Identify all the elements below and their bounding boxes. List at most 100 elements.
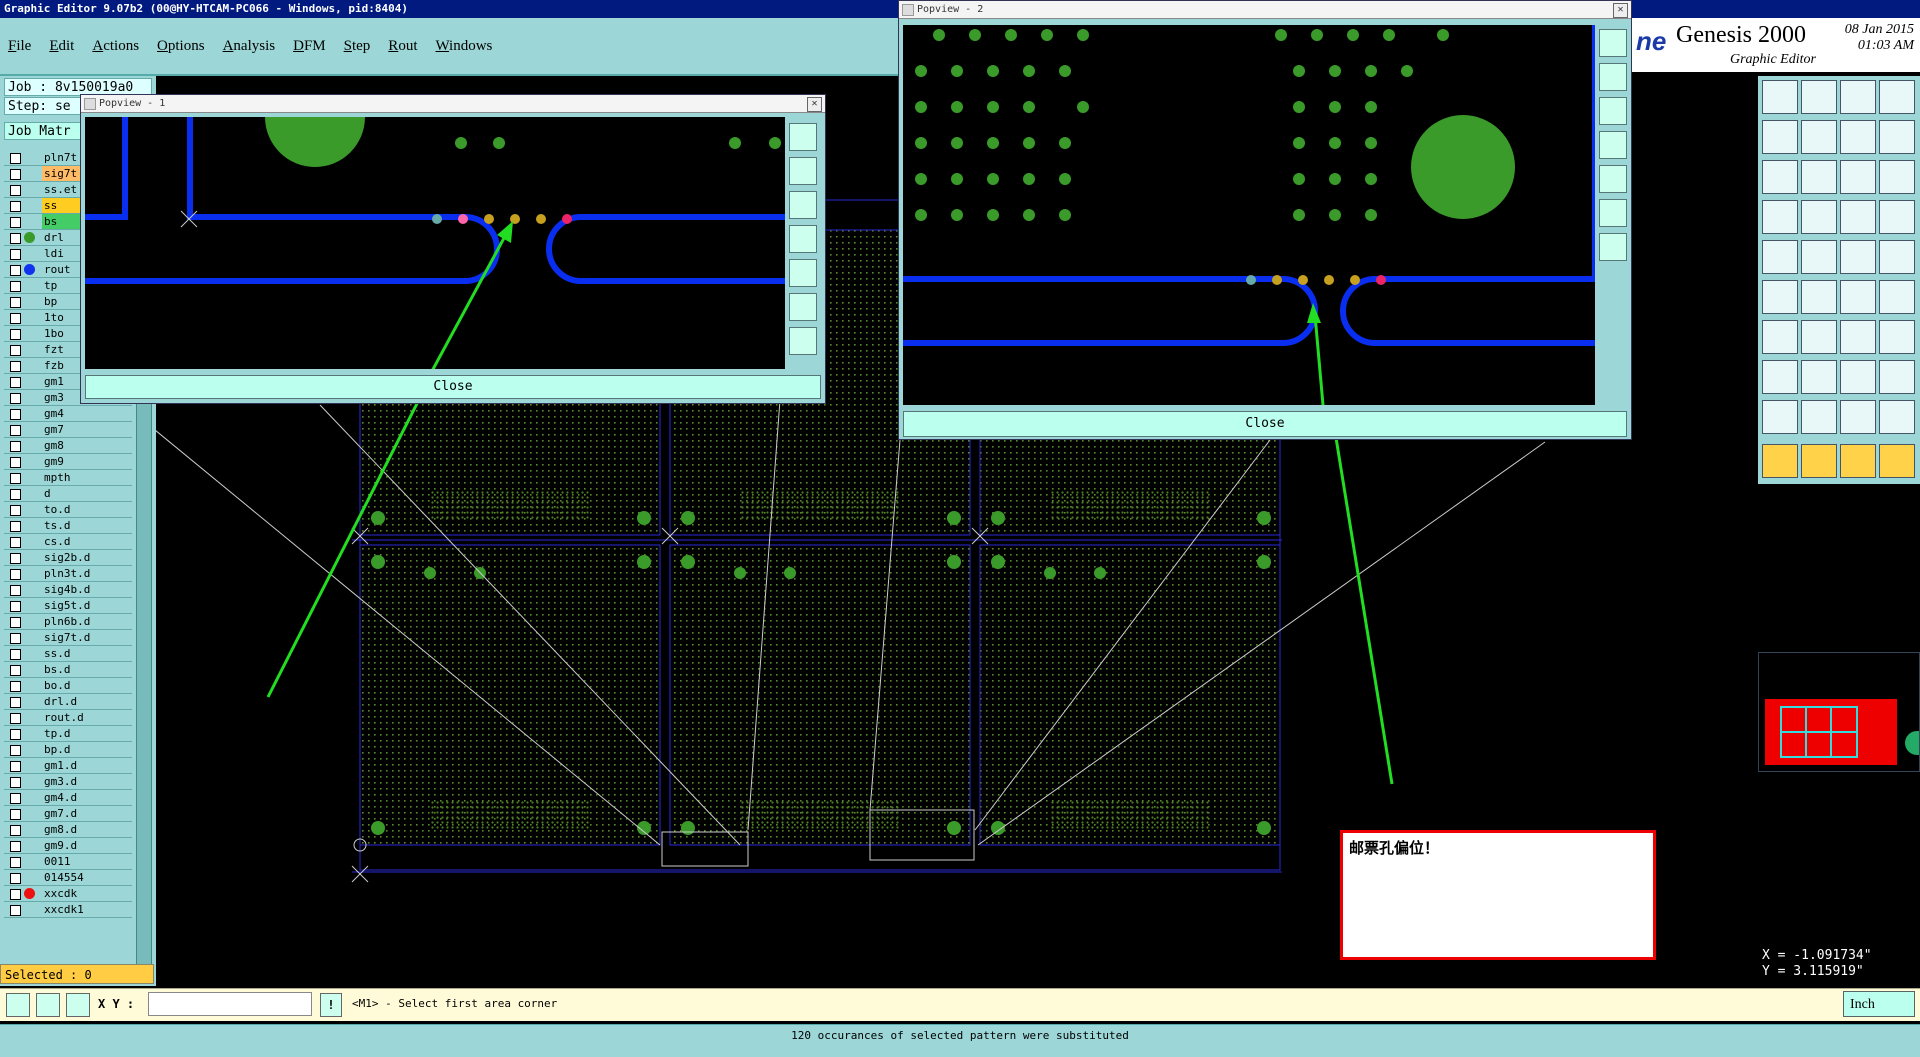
layer-name[interactable]: 014554 xyxy=(42,870,128,885)
pan-right-icon[interactable] xyxy=(1801,120,1837,154)
node-icon[interactable] xyxy=(1762,360,1798,394)
layer-name[interactable]: pln3t.d xyxy=(42,566,128,581)
layer-checkbox[interactable] xyxy=(10,425,21,436)
layer-checkbox[interactable] xyxy=(10,649,21,660)
pan-down-button[interactable] xyxy=(789,191,817,219)
layer-name[interactable]: gm3.d xyxy=(42,774,128,789)
layer-name[interactable]: sig4b.d xyxy=(42,582,128,597)
layer-row[interactable]: sig2b.d xyxy=(4,550,132,566)
layer-row[interactable]: 014554 xyxy=(4,870,132,886)
layer-row[interactable]: rout.d xyxy=(4,710,132,726)
zoom-out-button[interactable] xyxy=(789,157,817,185)
layer-name[interactable]: drl.d xyxy=(42,694,128,709)
layer-checkbox[interactable] xyxy=(10,281,21,292)
angle-icon[interactable] xyxy=(36,993,60,1017)
layer-checkbox[interactable] xyxy=(10,457,21,468)
layer-checkbox[interactable] xyxy=(10,713,21,724)
layer-checkbox[interactable] xyxy=(10,169,21,180)
mirror-icon[interactable] xyxy=(1879,320,1915,354)
close-icon[interactable]: ✕ xyxy=(807,97,822,112)
layer-name[interactable]: gm1.d xyxy=(42,758,128,773)
save-icon[interactable] xyxy=(1801,80,1837,114)
layer-name[interactable]: tp.d xyxy=(42,726,128,741)
menu-edit[interactable]: Edit xyxy=(49,38,74,55)
pan-right-button[interactable] xyxy=(789,259,817,287)
layer-checkbox[interactable] xyxy=(10,297,21,308)
fit-button[interactable] xyxy=(1599,199,1627,227)
layer-row[interactable]: gm8.d xyxy=(4,822,132,838)
overview-map[interactable] xyxy=(1758,652,1920,772)
unit-selector[interactable]: Inch xyxy=(1843,991,1915,1017)
layer-name[interactable]: cs.d xyxy=(42,534,128,549)
layer-row[interactable]: bo.d xyxy=(4,678,132,694)
triangle-icon[interactable] xyxy=(1762,400,1798,434)
layer-checkbox[interactable] xyxy=(10,153,21,164)
zoom-in-button[interactable] xyxy=(789,123,817,151)
layer-row[interactable]: gm3.d xyxy=(4,774,132,790)
layer-checkbox[interactable] xyxy=(10,665,21,676)
layer-name[interactable]: gm7 xyxy=(42,422,128,437)
layer-checkbox[interactable] xyxy=(10,905,21,916)
layer-checkbox[interactable] xyxy=(10,841,21,852)
rotate-icon[interactable] xyxy=(1840,320,1876,354)
layer-checkbox[interactable] xyxy=(10,745,21,756)
home-icon[interactable] xyxy=(1840,80,1876,114)
arc-icon[interactable] xyxy=(1801,320,1837,354)
layer-name[interactable]: gm7.d xyxy=(42,806,128,821)
layer-checkbox[interactable] xyxy=(10,633,21,644)
pointer-icon[interactable] xyxy=(1762,444,1798,478)
layer-row[interactable]: xxcdk1 xyxy=(4,902,132,918)
layer-checkbox[interactable] xyxy=(10,601,21,612)
layer-name[interactable]: ss.d xyxy=(42,646,128,661)
help-icon[interactable] xyxy=(1879,160,1915,194)
move-icon[interactable] xyxy=(1840,280,1876,314)
layer-checkbox[interactable] xyxy=(10,697,21,708)
menu-windows[interactable]: Windows xyxy=(435,38,492,55)
menu-options[interactable]: Options xyxy=(157,38,205,55)
layer-checkbox[interactable] xyxy=(10,233,21,244)
pan-left-icon[interactable] xyxy=(1762,120,1798,154)
layer-checkbox[interactable] xyxy=(10,809,21,820)
layer-name[interactable]: sig5t.d xyxy=(42,598,128,613)
layer-row[interactable]: pln6b.d xyxy=(4,614,132,630)
pan-left-button[interactable] xyxy=(789,225,817,253)
popview-1-close-button[interactable]: Close xyxy=(85,375,821,399)
layer-name[interactable]: gm4.d xyxy=(42,790,128,805)
menu-step[interactable]: Step xyxy=(344,38,371,55)
delete-icon[interactable] xyxy=(1801,280,1837,314)
layer-row[interactable]: bs.d xyxy=(4,662,132,678)
close-icon[interactable]: ✕ xyxy=(1613,3,1628,18)
multi-pointer-icon[interactable] xyxy=(1879,444,1915,478)
layer-checkbox[interactable] xyxy=(10,777,21,788)
popview-2-close-button[interactable]: Close xyxy=(903,411,1627,437)
undo-icon[interactable] xyxy=(1840,120,1876,154)
peak-icon[interactable] xyxy=(1801,400,1837,434)
layer-row[interactable]: xxcdk xyxy=(4,886,132,902)
layer-checkbox[interactable] xyxy=(10,553,21,564)
snap-icon[interactable] xyxy=(1762,200,1798,234)
hand-pointer-icon[interactable] xyxy=(1840,444,1876,478)
layer-row[interactable]: gm1.d xyxy=(4,758,132,774)
layer-checkbox[interactable] xyxy=(10,489,21,500)
layer-name[interactable]: sig7t.d xyxy=(42,630,128,645)
layer-checkbox[interactable] xyxy=(10,521,21,532)
menu-dfm[interactable]: DFM xyxy=(293,38,326,55)
pad-icon[interactable] xyxy=(1879,240,1915,274)
layer-row[interactable]: gm7 xyxy=(4,422,132,438)
layer-row[interactable]: 0011 xyxy=(4,854,132,870)
layer-checkbox[interactable] xyxy=(10,761,21,772)
layer-checkbox[interactable] xyxy=(10,409,21,420)
popview-2-window[interactable]: Popview - 2 ✕ Close xyxy=(898,0,1632,440)
pan-down-button[interactable] xyxy=(1599,97,1627,125)
layer-checkbox[interactable] xyxy=(10,617,21,628)
grid-icon[interactable] xyxy=(1879,80,1915,114)
menu-rout[interactable]: Rout xyxy=(388,38,417,55)
snap-icon[interactable] xyxy=(6,993,30,1017)
layer-name[interactable]: sig2b.d xyxy=(42,550,128,565)
layer-name[interactable]: gm9.d xyxy=(42,838,128,853)
center-button[interactable] xyxy=(1599,233,1627,261)
copy-icon[interactable] xyxy=(1879,280,1915,314)
pan-right-button[interactable] xyxy=(1599,165,1627,193)
layer-name[interactable]: to.d xyxy=(42,502,128,517)
measure-icon[interactable] xyxy=(1801,200,1837,234)
